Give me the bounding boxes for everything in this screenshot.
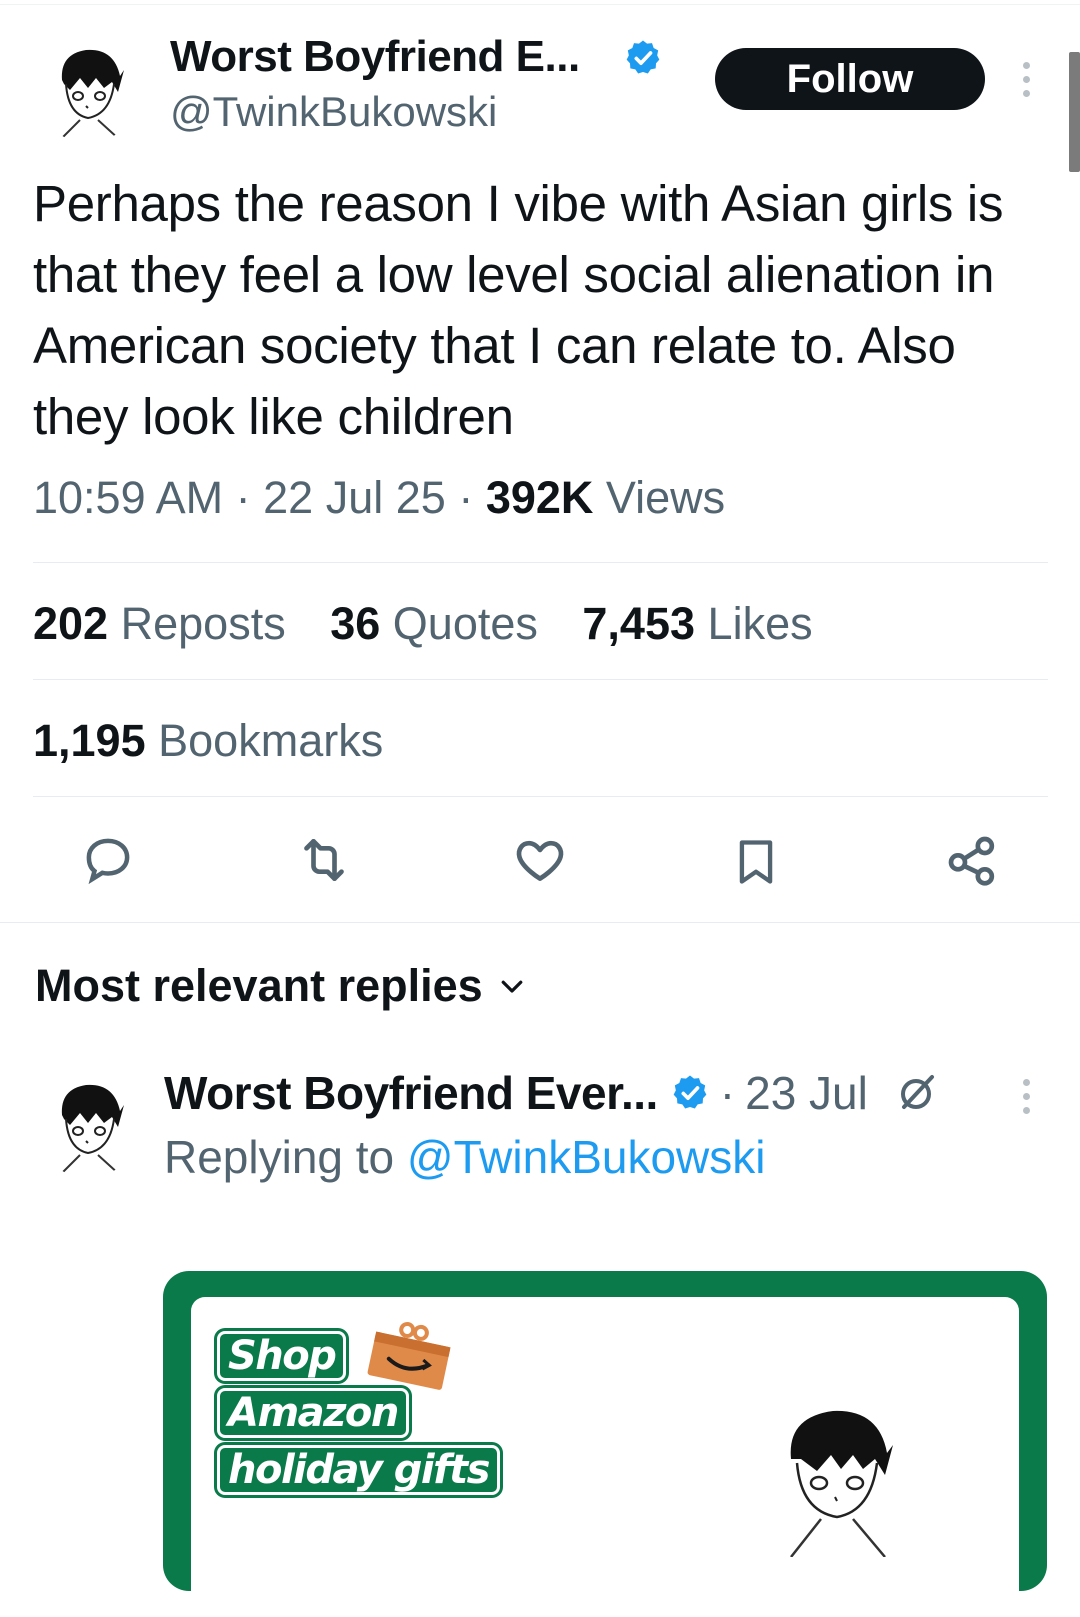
- replies-header: Most relevant replies: [35, 960, 483, 1011]
- divider: [33, 562, 1048, 563]
- share-icon: [948, 836, 995, 886]
- meta-separator: ·: [458, 472, 486, 523]
- bookmarks-stat[interactable]: 1,195 Bookmarks: [33, 715, 383, 767]
- chevron-down-icon: [501, 980, 523, 993]
- bookmarks-count: 1,195: [33, 715, 146, 766]
- tweet-date[interactable]: 22 Jul 25: [263, 472, 446, 523]
- scrollbar[interactable]: [1069, 52, 1080, 172]
- ad-image[interactable]: Shop Amazon holiday gifts: [163, 1271, 1047, 1617]
- anime-avatar-icon: [59, 1084, 124, 1176]
- verified-badge-icon: [673, 1075, 707, 1109]
- gift-box-icon: [367, 1321, 451, 1390]
- author-name[interactable]: Worst Boyfriend E...: [170, 32, 580, 82]
- like-button[interactable]: [508, 828, 572, 892]
- likes-label: Likes: [707, 598, 813, 649]
- reply-more-options-icon[interactable]: [1020, 1079, 1032, 1114]
- replying-to-label: Replying to: [164, 1131, 395, 1183]
- follow-button[interactable]: Follow: [715, 48, 985, 110]
- section-divider: [0, 922, 1080, 923]
- reposts-stat[interactable]: 202 Reposts: [33, 598, 286, 650]
- replying-to-line: Replying to @TwinkBukowski: [164, 1130, 766, 1184]
- author-handle[interactable]: @TwinkBukowski: [170, 88, 497, 136]
- reply-date[interactable]: 23 Jul: [745, 1066, 868, 1120]
- replying-to-handle[interactable]: @TwinkBukowski: [407, 1131, 766, 1183]
- quotes-stat[interactable]: 36 Quotes: [330, 598, 538, 650]
- repost-icon: [304, 839, 344, 881]
- views-count: 392K: [485, 472, 594, 523]
- quotes-label: Quotes: [392, 598, 538, 649]
- meta-separator: ·: [719, 1067, 736, 1119]
- quotes-count: 36: [330, 598, 381, 649]
- ad-line-1: Shop: [217, 1331, 347, 1381]
- reply-button[interactable]: [76, 828, 140, 892]
- repost-button[interactable]: [292, 828, 356, 892]
- anime-character-illustration: [790, 1410, 893, 1557]
- top-divider: [0, 4, 1080, 5]
- ad-line-3: holiday gifts: [217, 1445, 500, 1495]
- engagement-stats: 202 Reposts 36 Quotes 7,453 Likes: [33, 598, 845, 650]
- bookmarks-label: Bookmarks: [158, 715, 384, 766]
- like-icon: [516, 840, 564, 881]
- views-label: Views: [605, 472, 726, 523]
- reply-avatar[interactable]: [40, 1075, 136, 1179]
- reply-author-name[interactable]: Worst Boyfriend Ever...: [164, 1066, 658, 1120]
- meta-separator: ·: [235, 472, 264, 523]
- verified-badge-icon: [626, 40, 660, 74]
- tweet-meta: 10:59 AM · 22 Jul 25 · 392K Views: [33, 472, 725, 524]
- bookmark-button[interactable]: [724, 830, 788, 894]
- share-button[interactable]: [940, 828, 1004, 892]
- tweet-time[interactable]: 10:59 AM: [33, 472, 223, 523]
- bookmark-icon: [739, 840, 773, 884]
- divider: [33, 679, 1048, 680]
- anime-avatar-icon: [59, 49, 124, 141]
- tweet-text: Perhaps the reason I vibe with Asian gir…: [33, 175, 1004, 445]
- grok-icon[interactable]: [894, 1069, 942, 1117]
- likes-stat[interactable]: 7,453 Likes: [582, 598, 812, 650]
- ad-image-panel: Shop Amazon holiday gifts: [191, 1297, 1019, 1617]
- reply-icon: [86, 838, 130, 885]
- reposts-count: 202: [33, 598, 109, 649]
- replies-sort-dropdown[interactable]: Most relevant replies: [35, 960, 527, 1012]
- reposts-label: Reposts: [120, 598, 286, 649]
- avatar[interactable]: [40, 40, 136, 144]
- likes-count: 7,453: [582, 598, 696, 649]
- ad-line-2: Amazon: [217, 1388, 409, 1438]
- divider: [33, 796, 1048, 797]
- reply-header-line: Worst Boyfriend Ever... · 23 Jul: [164, 1066, 942, 1120]
- more-options-icon[interactable]: [1020, 62, 1032, 97]
